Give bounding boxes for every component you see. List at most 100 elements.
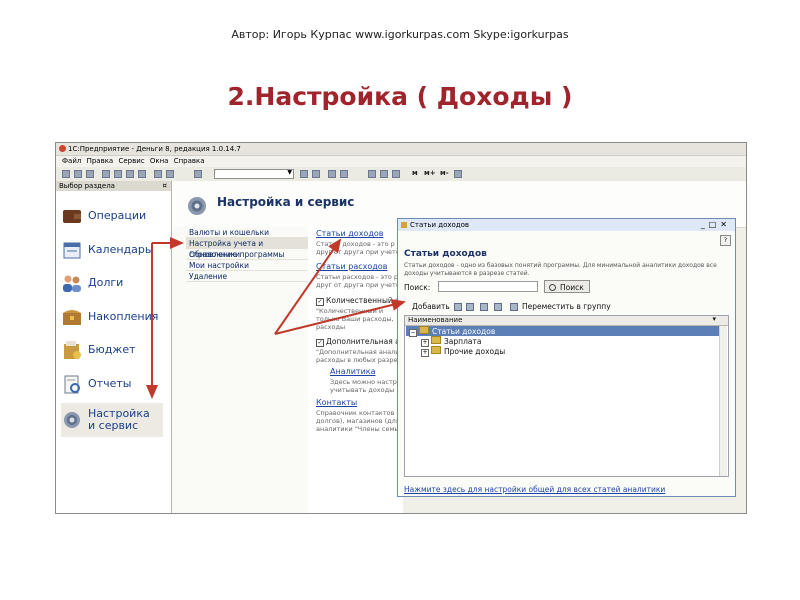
sidebar-item-savings[interactable]: Накопления [61, 302, 163, 332]
settings-content: Статьи доходов Статьи доходов - это р др… [308, 227, 414, 513]
grid-scrollbar[interactable] [719, 326, 727, 476]
note-icon[interactable] [392, 170, 400, 178]
gear-icon [64, 412, 80, 428]
open-icon[interactable] [74, 170, 82, 178]
menu-delete[interactable]: Удаление [186, 271, 310, 282]
tree-row[interactable]: − Статьи доходов [406, 326, 723, 337]
sidebar-item-operations[interactable]: Операции [61, 201, 163, 231]
toolbar-search-combo[interactable] [214, 169, 294, 179]
calendar-tool-icon[interactable] [380, 170, 388, 178]
quant-desc-3: расходы [316, 323, 346, 331]
contacts-desc-2: долгов), магазинов (для [316, 417, 400, 425]
contacts-link[interactable]: Контакты [316, 398, 357, 407]
binoculars-icon[interactable] [194, 170, 202, 178]
menu-service[interactable]: Сервис [118, 157, 144, 165]
pin-icon[interactable]: ¤ [163, 181, 167, 191]
dialog-title: Статьи доходов [410, 221, 470, 229]
memory-plus-button[interactable]: м+ [424, 169, 436, 177]
people-icon [63, 275, 81, 292]
menu-help[interactable]: Справка [174, 157, 205, 165]
report-dropdown-icon[interactable] [340, 170, 348, 178]
menu-file[interactable]: Файл [62, 157, 81, 165]
menu-update[interactable]: Обновление программы [186, 249, 310, 260]
additional-desc-1: "Дополнительная аналит [316, 348, 401, 356]
find-next-icon[interactable] [312, 170, 320, 178]
analytics-desc-1: Здесь можно настрои [330, 378, 400, 386]
sidebar-item-reports[interactable]: Отчеты [61, 369, 163, 399]
analytics-desc-2: учитывать доходы и [330, 386, 400, 394]
save-icon[interactable] [86, 170, 94, 178]
hierarchy-icon[interactable] [480, 303, 488, 311]
search-icon [549, 284, 556, 291]
income-items-grid: Наименование −Статьи доходов +Зарплата +… [404, 315, 729, 477]
menu-windows[interactable]: Окна [150, 157, 169, 165]
redo-icon[interactable] [166, 170, 174, 178]
income-items-dialog: Статьи доходов _□✕ ? Статьи доходов Стат… [397, 218, 736, 497]
menu-edit[interactable]: Правка [87, 157, 114, 165]
cut-icon[interactable] [102, 170, 110, 178]
budget-icon [64, 341, 81, 359]
content-title: Настройка и сервис [217, 195, 355, 209]
tree-row[interactable]: + Зарплата [421, 336, 481, 347]
menu-my-settings[interactable]: Мои настройки [186, 260, 310, 271]
copy-item-icon[interactable] [466, 303, 474, 311]
contacts-desc-1: Справочник контактов с [316, 409, 401, 417]
tools-icon[interactable] [454, 170, 462, 178]
calculator-icon[interactable] [368, 170, 376, 178]
find-icon[interactable] [300, 170, 308, 178]
search-input[interactable] [438, 281, 538, 292]
slide-author: Автор: Игорь Курпас www.igorkurpas.com S… [231, 28, 569, 41]
expense-desc: Статьи расходов - это р [316, 273, 399, 281]
window-icon[interactable] [328, 170, 336, 178]
wallet-icon [63, 210, 81, 223]
expand-icon[interactable]: + [421, 349, 429, 357]
add-group-icon[interactable] [454, 303, 462, 311]
dialog-heading: Статьи доходов [404, 249, 487, 259]
settings-menu: Валюты и кошельки Настройка учета и спра… [172, 227, 310, 513]
sidebar-item-calendar[interactable]: Календарь [61, 235, 163, 265]
search-button[interactable]: Поиск [544, 280, 590, 293]
folder-icon [431, 336, 441, 344]
income-items-link[interactable]: Статьи доходов [316, 229, 383, 238]
checkbox-checked-icon: ✓ [316, 298, 324, 306]
sidebar-item-settings[interactable]: Настройка и сервис [61, 403, 163, 437]
memory-button[interactable]: м [412, 169, 418, 177]
section-sidebar: Выбор раздела ¤ Операции Календарь Долги… [56, 181, 172, 513]
app-logo-icon [59, 145, 66, 152]
memory-minus-button[interactable]: м- [440, 169, 449, 177]
quant-desc-1: "Количественный и [316, 307, 384, 315]
sidebar-item-budget[interactable]: Бюджет [61, 335, 163, 365]
checkbox-checked-icon: ✓ [316, 339, 324, 347]
move-to-group-icon [510, 303, 518, 311]
new-doc-icon[interactable] [62, 170, 70, 178]
settings-gear-icon [188, 197, 206, 215]
copy-icon[interactable] [114, 170, 122, 178]
undo-icon[interactable] [154, 170, 162, 178]
expense-items-link[interactable]: Статьи расходов [316, 262, 387, 271]
move-to-group-button[interactable]: Переместить в группу [522, 302, 611, 311]
menu-bar: Файл Правка Сервис Окна Справка [56, 156, 746, 167]
folder-icon [419, 326, 429, 334]
calendar-icon [63, 242, 81, 259]
tree-row[interactable]: + Прочие доходы [421, 346, 505, 357]
menu-accounting-settings[interactable]: Настройка учета и справочники [186, 238, 310, 259]
window-controls[interactable]: _□✕ [701, 219, 731, 231]
additional-desc-2: расходы в любых разрез [316, 356, 401, 364]
window-title: 1С:Предприятие - Деньги 8, редакция 1.0.… [68, 145, 241, 153]
sidebar-header: Выбор раздела ¤ [56, 181, 171, 191]
common-analytics-link[interactable]: Нажмите здесь для настройки общей для вс… [404, 485, 665, 494]
delete-icon[interactable] [138, 170, 146, 178]
column-header-name[interactable]: Наименование [405, 315, 728, 326]
tree-view-icon[interactable] [494, 303, 502, 311]
add-button[interactable]: Добавить [412, 302, 450, 311]
analytics-link[interactable]: Аналитика [330, 367, 376, 376]
folder-icon [431, 346, 441, 354]
paste-icon[interactable] [126, 170, 134, 178]
contacts-desc-3: аналитики "Члены семьи [316, 425, 401, 433]
collapse-icon[interactable]: − [409, 329, 417, 337]
quantitative-checkbox[interactable]: ✓ Количественный и [316, 296, 400, 306]
report-icon [64, 375, 80, 394]
help-icon[interactable]: ? [720, 235, 731, 246]
sidebar-item-debts[interactable]: Долги [61, 268, 163, 298]
menu-currencies-wallets[interactable]: Валюты и кошельки [186, 227, 310, 238]
